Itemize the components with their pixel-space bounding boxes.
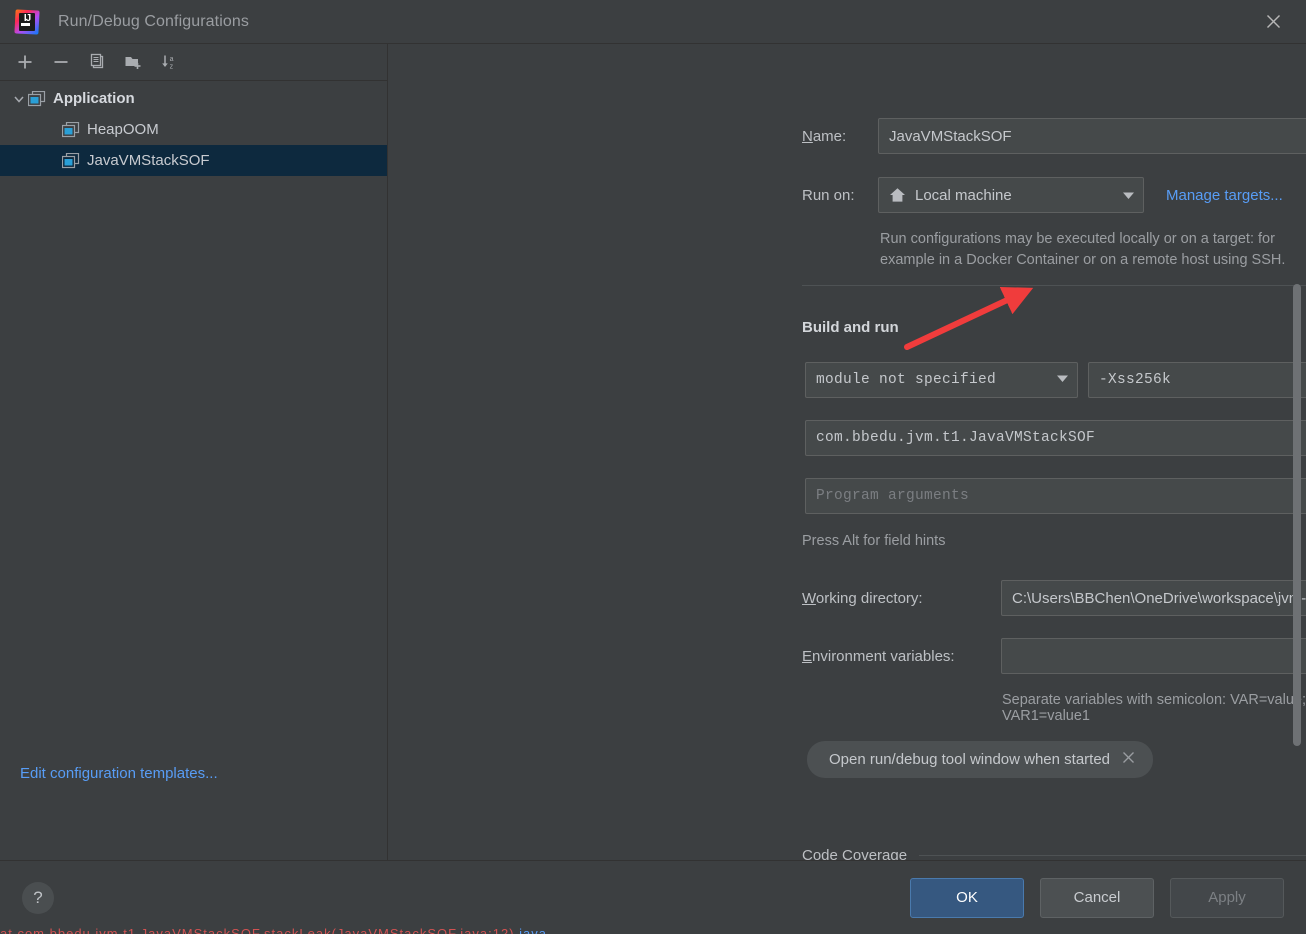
home-icon [889,187,906,203]
configurations-toolbar: a z [0,44,387,81]
ok-button[interactable]: OK [910,877,1024,918]
chevron-down-icon[interactable] [10,93,28,105]
application-icon [28,90,46,107]
vertical-scrollbar[interactable] [1293,284,1301,746]
run-on-hint-line-1: Run configurations may be executed local… [880,231,1275,247]
tree-item-application[interactable]: Application [0,83,387,114]
application-icon [62,121,80,138]
main-class-value: com.bbedu.jvm.t1.JavaVMStackSOF [816,430,1096,446]
name-input[interactable]: JavaVMStackSOF [878,118,1306,154]
program-arguments-input[interactable]: Program arguments [805,478,1306,514]
chevron-down-icon[interactable] [1122,187,1135,204]
tree-item-label: Application [53,90,135,107]
plus-icon[interactable] [8,47,42,77]
module-value: module not specified [816,372,997,388]
program-arguments-placeholder: Program arguments [816,488,970,504]
environment-variables-input[interactable] [1001,638,1306,674]
working-directory-input[interactable]: C:\Users\BBChen\OneDrive\workspace\jvm-s… [1001,580,1306,616]
tree-item-label: JavaVMStackSOF [87,152,210,169]
chevron-down-icon[interactable] [1056,372,1069,388]
section-divider [802,285,1306,286]
window-title: Run/Debug Configurations [58,12,249,30]
build-and-run-header: Build and run Modify options Alt+M [802,318,1306,336]
run-debug-configurations-dialog: IJ Run/Debug Configurations a z Applicat… [0,0,1306,934]
vm-options-input[interactable]: -Xss256k [1088,362,1306,398]
close-icon[interactable] [1122,751,1135,768]
build-and-run-title: Build and run [802,318,899,336]
options-chip-list: Open run/debug tool window when started [807,741,1154,778]
configurations-panel: a z Application HeapOOM JavaVMStackSOF E… [0,44,388,860]
tree-item-heapoom[interactable]: HeapOOM [0,114,387,145]
new-folder-icon[interactable] [116,47,150,77]
vm-options-value: -Xss256k [1099,372,1172,388]
chip-label: Open run/debug tool window when started [829,751,1111,768]
manage-targets-link[interactable]: Manage targets... [1166,187,1283,204]
name-row: Name: JavaVMStackSOF [802,118,1306,154]
background-console-sliver: at com.bbedu.jvm.t1.JavaVMStackSOF.stack… [0,927,1306,934]
run-on-select[interactable]: Local machine [878,177,1144,213]
module-select[interactable]: module not specified [805,362,1078,398]
application-icon [62,152,80,169]
name-label: Name: [802,127,847,145]
apply-button[interactable]: Apply [1170,877,1284,918]
run-on-value: Local machine [915,186,1012,204]
working-directory-row: Working directory: C:\Users\BBChen\OneDr… [802,580,1306,616]
sort-alphabetically-icon[interactable]: a z [152,47,186,77]
title-bar: IJ Run/Debug Configurations [0,0,1306,44]
configurations-tree[interactable]: Application HeapOOM JavaVMStackSOF [0,81,387,860]
run-on-label: Run on: [802,186,855,204]
configuration-editor-panel: Name: JavaVMStackSOF Store as project fi… [388,44,1306,860]
run-on-row: Run on: Local machine Manage targets... [802,177,1306,213]
dialog-footer: ? OK Cancel Apply [0,860,1306,934]
close-icon[interactable] [1258,7,1288,37]
code-coverage-title: Code Coverage [802,846,908,861]
working-directory-value: C:\Users\BBChen\OneDrive\workspace\jvm-s… [1012,589,1306,607]
edit-configuration-templates-link[interactable]: Edit configuration templates... [20,765,218,782]
environment-variables-label: Environment variables: [802,647,955,665]
copy-icon[interactable] [80,47,114,77]
chip-open-run-debug-tool-window[interactable]: Open run/debug tool window when started [807,741,1154,778]
code-coverage-header: Code Coverage Modify [802,846,1306,860]
tree-item-label: HeapOOM [87,121,159,138]
intellij-idea-logo-icon: IJ [14,8,40,35]
environment-variables-hint: Separate variables with semicolon: VAR=v… [1002,692,1306,724]
working-directory-label: Working directory: [802,589,923,607]
svg-text:a: a [170,56,174,63]
run-on-hint-line-2: example in a Docker Container or on a re… [880,252,1286,268]
main-class-input[interactable]: com.bbedu.jvm.t1.JavaVMStackSOF [805,420,1306,456]
environment-variables-row: Environment variables: [802,638,1306,674]
svg-text:z: z [170,64,174,71]
cancel-button[interactable]: Cancel [1040,877,1154,918]
help-button[interactable]: ? [22,881,54,914]
section-divider [919,854,1306,856]
dialog-body: a z Application HeapOOM JavaVMStackSOF E… [0,44,1306,860]
footer-buttons: OK Cancel Apply [910,877,1284,918]
field-hint-text: Press Alt for field hints [802,533,946,549]
run-on-hint: Run configurations may be executed local… [880,231,1306,268]
minus-icon[interactable] [44,47,78,77]
tree-item-javavmstacksof[interactable]: JavaVMStackSOF [0,145,387,176]
